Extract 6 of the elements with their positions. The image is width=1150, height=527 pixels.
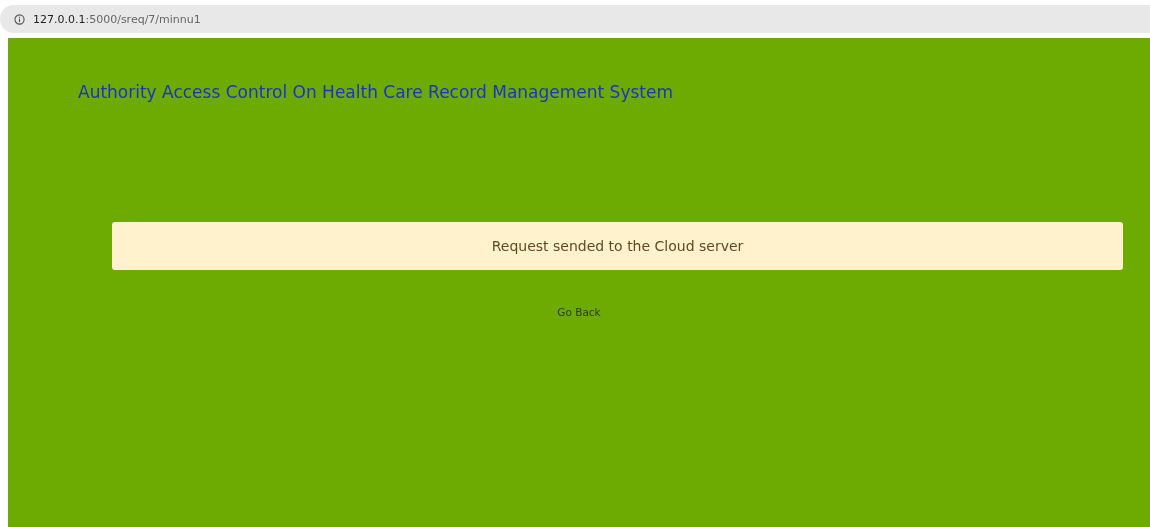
address-bar[interactable]: 127.0.0.1:5000/sreq/7/minnu1 [0,5,1150,33]
go-back-link[interactable]: Go Back [557,306,601,318]
info-icon[interactable] [14,13,25,25]
alert-message: Request sended to the Cloud server [112,222,1123,270]
url-text: 127.0.0.1:5000/sreq/7/minnu1 [33,12,201,26]
page-title: Authority Access Control On Health Care Record Management System [78,82,674,102]
